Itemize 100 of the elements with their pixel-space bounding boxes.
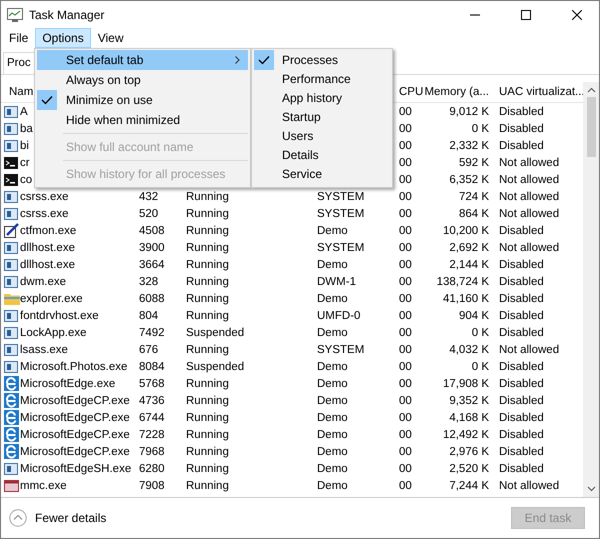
process-name: MicrosoftEdge.exe [20, 378, 116, 390]
memory-cell: 0 K [472, 360, 489, 372]
scrollbar[interactable] [583, 82, 599, 497]
status-cell: Running [186, 190, 229, 202]
maximize-icon[interactable] [520, 10, 530, 20]
uac-cell: Disabled [499, 360, 544, 372]
menu-bar-item[interactable]: View [90, 28, 130, 48]
fewer-details-button[interactable]: Fewer details [9, 509, 106, 527]
menu-item[interactable]: Details [254, 145, 390, 164]
folder-icon [4, 292, 20, 305]
uac-cell: Disabled [499, 412, 544, 424]
user-cell: Demo [317, 480, 348, 492]
status-cell: Running [186, 276, 229, 288]
uac-cell: Disabled [499, 224, 544, 236]
pid-cell: 7228 [139, 428, 165, 440]
status-cell: Suspended [186, 326, 244, 338]
status-cell: Running [186, 208, 229, 220]
cpu-cell: 00 [399, 428, 412, 440]
uac-cell: Disabled [499, 428, 544, 440]
process-name: explorer.exe [20, 292, 83, 304]
column-header[interactable]: Memory (a... [424, 86, 489, 98]
column-header[interactable]: CPU [399, 86, 424, 98]
uac-cell: Disabled [499, 378, 544, 390]
status-cell: Running [186, 428, 229, 440]
menu-bar-item[interactable]: File [2, 28, 36, 48]
tab[interactable]: Proc [3, 52, 35, 74]
cpu-cell: 00 [399, 360, 412, 372]
edge-icon [4, 427, 19, 442]
menu-item[interactable]: Set default tab [37, 50, 248, 70]
chevron-right-icon [235, 56, 240, 64]
uac-cell: Disabled [499, 276, 544, 288]
status-cell: Running [186, 378, 229, 390]
menu-item[interactable]: Processes [254, 50, 390, 69]
window-icon [4, 208, 18, 220]
status-cell: Running [186, 412, 229, 424]
memory-cell: 2,332 K [449, 140, 489, 152]
user-cell: SYSTEM [317, 344, 364, 356]
pid-cell: 520 [139, 208, 158, 220]
column-header[interactable]: Nam [4, 86, 34, 98]
memory-cell: 904 K [458, 310, 489, 322]
uac-cell: Disabled [499, 310, 544, 322]
cpu-cell: 00 [399, 394, 412, 406]
cpu-cell: 00 [399, 224, 412, 236]
menu-bar-item[interactable]: Options [35, 28, 91, 48]
process-name: A [20, 106, 28, 118]
menu-item[interactable]: Performance [254, 69, 390, 88]
menu-item[interactable]: Users [254, 126, 390, 145]
process-name: MicrosoftEdgeCP.exe [20, 428, 130, 440]
menu-item[interactable]: App history [254, 88, 390, 107]
pid-cell: 7908 [139, 480, 165, 492]
scroll-up-icon[interactable] [586, 87, 596, 93]
cpu-cell: 00 [399, 462, 412, 474]
process-name: lsass.exe [20, 344, 68, 356]
memory-cell: 2,520 K [449, 462, 489, 474]
process-name: fontdrvhost.exe [20, 310, 99, 322]
cpu-cell: 00 [399, 378, 412, 390]
memory-cell: 0 K [472, 326, 489, 338]
memory-cell: 7,244 K [449, 480, 489, 492]
status-cell: Running [186, 462, 229, 474]
user-cell: Demo [317, 258, 348, 270]
memory-cell: 17,908 K [442, 378, 489, 390]
pid-cell: 804 [139, 310, 158, 322]
window-icon [4, 326, 18, 338]
menu-item[interactable]: Startup [254, 107, 390, 126]
memory-cell: 4,032 K [449, 344, 489, 356]
scroll-down-icon[interactable] [586, 486, 596, 492]
chevron-up-circle-icon [9, 509, 27, 527]
window-title: Task Manager [29, 8, 106, 22]
process-name: MicrosoftEdgeCP.exe [20, 394, 130, 406]
close-icon[interactable] [572, 10, 582, 20]
status-cell: Running [186, 344, 229, 356]
uac-cell: Not allowed [499, 156, 560, 168]
pid-cell: 432 [139, 190, 158, 202]
status-cell: Suspended [186, 360, 244, 372]
process-name: cr [20, 156, 30, 168]
memory-cell: 2,144 K [449, 258, 489, 270]
pid-cell: 3900 [139, 242, 165, 254]
console-icon [4, 174, 18, 186]
pid-cell: 6744 [139, 412, 165, 424]
process-name: MicrosoftEdgeCP.exe [20, 412, 130, 424]
uac-cell: Not allowed [499, 190, 560, 202]
cpu-cell: 00 [399, 242, 412, 254]
window-icon [4, 106, 18, 118]
edge-icon [4, 444, 19, 459]
status-cell: Running [186, 292, 229, 304]
cpu-cell: 00 [399, 258, 412, 270]
menu-item[interactable]: Always on top [37, 70, 248, 90]
menu-item[interactable]: Hide when minimized [37, 110, 248, 130]
user-cell: Demo [317, 394, 348, 406]
memory-cell: 9,012 K [449, 106, 489, 118]
status-cell: Running [186, 446, 229, 458]
menu-item[interactable]: Minimize on use [37, 90, 248, 110]
pid-cell: 6280 [139, 462, 165, 474]
pid-cell: 7968 [139, 446, 165, 458]
menu-item[interactable]: Service [254, 164, 390, 183]
process-name: dllhost.exe [20, 258, 75, 270]
checkmark-icon [258, 54, 270, 64]
task-manager-icon [7, 8, 23, 22]
pid-cell: 6088 [139, 292, 165, 304]
scrollbar-thumb[interactable] [586, 97, 596, 157]
